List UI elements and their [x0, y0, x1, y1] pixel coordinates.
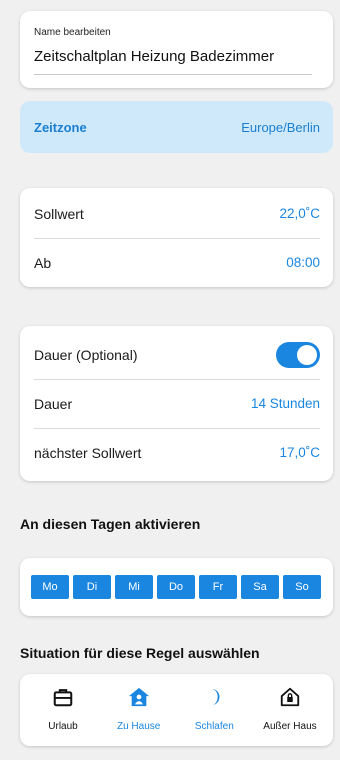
setpoint-label: Sollwert	[34, 205, 84, 222]
situation-schlafen[interactable]: Schlafen	[179, 674, 249, 746]
duration-optional-row: Dauer (Optional)	[20, 330, 333, 379]
timezone-value: Europe/Berlin	[241, 119, 320, 135]
setpoint-row[interactable]: Sollwert 22,0˚C	[20, 189, 333, 238]
next-setpoint-label: nächster Sollwert	[34, 444, 142, 461]
timezone-label: Zeitzone	[34, 119, 87, 135]
day-button-do[interactable]: Do	[157, 575, 195, 599]
situation-ausser-haus-label: Außer Haus	[263, 721, 317, 732]
situation-zu-hause[interactable]: Zu Hause	[104, 674, 174, 746]
name-card: Name bearbeiten	[20, 11, 333, 88]
situation-section-title: Situation für diese Regel auswählen	[20, 645, 260, 661]
start-time-row[interactable]: Ab 08:00	[20, 238, 333, 287]
day-button-fr[interactable]: Fr	[199, 575, 237, 599]
day-button-mo[interactable]: Mo	[31, 575, 69, 599]
situation-ausser-haus[interactable]: Außer Haus	[255, 674, 325, 746]
timezone-row[interactable]: Zeitzone Europe/Berlin	[20, 101, 333, 153]
name-input[interactable]	[34, 48, 312, 75]
name-field-label: Name bearbeiten	[34, 27, 111, 38]
home-person-icon	[128, 687, 149, 707]
days-section-title: An diesen Tagen aktivieren	[20, 516, 201, 532]
situation-urlaub-label: Urlaub	[48, 721, 78, 732]
moon-icon	[211, 688, 220, 706]
duration-value: 14 Stunden	[250, 396, 320, 411]
next-setpoint-row[interactable]: nächster Sollwert 17,0˚C	[20, 428, 333, 477]
situation-card: Urlaub Zu Hause Schlafen Außer Haus	[20, 674, 333, 746]
situation-urlaub[interactable]: Urlaub	[28, 674, 98, 746]
setpoint-card: Sollwert 22,0˚C Ab 08:00	[20, 188, 333, 287]
suitcase-icon	[53, 689, 73, 707]
day-button-mi[interactable]: Mi	[115, 575, 153, 599]
day-button-sa[interactable]: Sa	[241, 575, 279, 599]
situation-zu-hause-label: Zu Hause	[116, 721, 161, 732]
duration-card: Dauer (Optional) Dauer 14 Stunden nächst…	[20, 326, 333, 481]
start-time-label: Ab	[34, 254, 52, 271]
duration-label: Dauer	[34, 395, 73, 412]
house-lock-icon	[280, 687, 300, 707]
start-time-value: 08:00	[286, 255, 320, 270]
day-button-so[interactable]: So	[283, 575, 321, 599]
duration-optional-label: Dauer (Optional)	[34, 346, 138, 363]
toggle-knob	[297, 344, 317, 365]
day-button-di[interactable]: Di	[73, 575, 111, 599]
duration-toggle[interactable]	[276, 341, 320, 368]
next-setpoint-value: 17,0˚C	[279, 445, 320, 460]
setpoint-value: 22,0˚C	[279, 206, 320, 221]
duration-row[interactable]: Dauer 14 Stunden	[20, 379, 333, 428]
situation-schlafen-label: Schlafen	[194, 721, 234, 732]
days-card: Mo Di Mi Do Fr Sa So	[20, 558, 333, 616]
